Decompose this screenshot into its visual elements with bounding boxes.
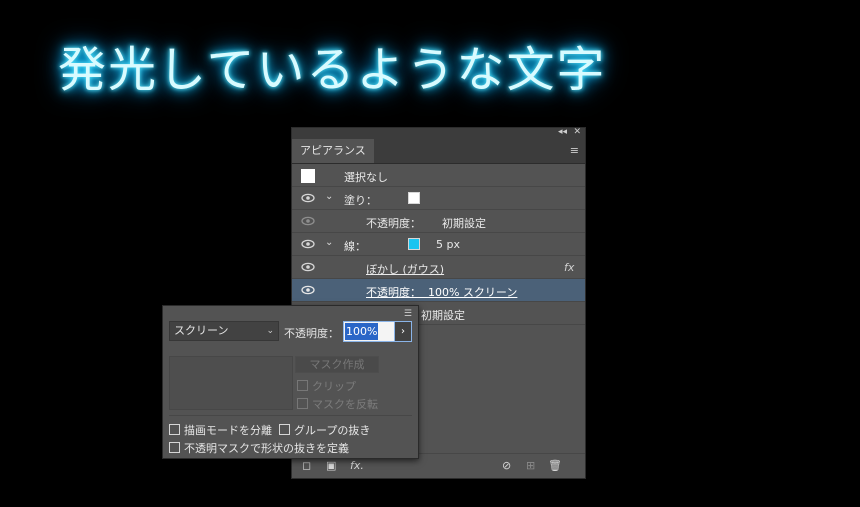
eye-icon[interactable] — [300, 192, 316, 204]
row-selection[interactable]: 選択なし — [292, 164, 585, 187]
make-mask-button[interactable]: マスク作成 — [295, 356, 379, 373]
opacity-label: 不透明度： — [284, 327, 339, 340]
row-fill-opacity[interactable]: 不透明度： 初期設定 — [292, 210, 585, 233]
fill-swatch[interactable] — [408, 192, 420, 204]
knockout-group-label: グループの抜き — [294, 424, 371, 437]
row-stroke-opacity[interactable]: 不透明度： 100% スクリーン — [292, 279, 585, 302]
appearance-rows: 選択なし ⌄ 塗り： 不透明度： 初期設定 ⌄ 線： 5 px ぼかし (ガウス… — [292, 164, 585, 325]
stroke-opacity-link[interactable]: 不透明度： 100% スクリーン — [366, 284, 517, 300]
clip-checkbox[interactable]: クリップ — [297, 378, 356, 394]
trash-icon[interactable]: 🗑 — [548, 459, 562, 472]
tab-appearance[interactable]: アピアランス — [292, 139, 374, 163]
close-icon[interactable]: ✕ — [573, 127, 581, 138]
chevron-down-icon: ⌄ — [266, 326, 274, 336]
clip-label: クリップ — [312, 380, 356, 393]
opacity-mask-knockout-label: 不透明マスクで形状の抜きを定義 — [184, 442, 349, 455]
fx-icon[interactable]: fx — [564, 261, 574, 274]
blend-mode-select[interactable]: スクリーン ⌄ — [169, 321, 279, 341]
selection-thumbnail-icon — [301, 169, 315, 183]
eye-icon[interactable] — [300, 284, 316, 296]
divider — [169, 415, 412, 416]
duplicate-icon[interactable]: ⊞ — [526, 459, 535, 472]
isolate-blending-checkbox[interactable]: 描画モードを分離 — [169, 422, 272, 438]
opacity-input-value: 100% — [345, 323, 379, 340]
knockout-group-checkbox[interactable]: グループの抜き — [279, 422, 370, 438]
row-stroke-label: 線： — [344, 240, 366, 253]
clear-appearance-icon[interactable]: ▣ — [326, 459, 336, 472]
opacity-slider-toggle[interactable]: › — [395, 321, 412, 342]
blend-mode-value: スクリーン — [174, 324, 229, 337]
fill-opacity-value: 初期設定 — [442, 217, 486, 230]
row-stroke[interactable]: ⌄ 線： 5 px — [292, 233, 585, 256]
opacity-input[interactable]: 100% — [343, 321, 395, 342]
panel-tabbar: アピアランス ≡ — [292, 139, 585, 164]
opacity-mask-knockout-checkbox[interactable]: 不透明マスクで形状の抜きを定義 — [169, 440, 349, 456]
chevron-down-icon[interactable]: ⌄ — [325, 191, 333, 202]
row-fill-label: 塗り： — [344, 194, 377, 207]
mask-thumbnail — [169, 356, 293, 410]
row-fill[interactable]: ⌄ 塗り： — [292, 187, 585, 210]
isolate-blending-label: 描画モードを分離 — [184, 424, 272, 437]
invert-mask-label: マスクを反転 — [312, 398, 378, 411]
chevron-down-icon[interactable]: ⌄ — [325, 237, 333, 248]
row-selection-label: 選択なし — [344, 171, 388, 184]
add-effect-icon[interactable]: fx. — [350, 459, 364, 472]
popup-menu-icon[interactable]: ☰ — [404, 309, 412, 319]
invert-mask-checkbox[interactable]: マスクを反転 — [297, 396, 378, 412]
collapse-icon[interactable]: ◂◂ — [558, 127, 567, 138]
eye-icon[interactable] — [300, 215, 316, 227]
effect-link[interactable]: ぼかし (ガウス) — [366, 261, 444, 277]
transparency-popup: ☰ スクリーン ⌄ 不透明度： 100% › マスク作成 クリップ マスクを反転… — [162, 305, 419, 459]
fill-opacity-label: 不透明度： — [366, 217, 421, 230]
stroke-width-value[interactable]: 5 px — [436, 238, 460, 251]
stroke-swatch[interactable] — [408, 238, 420, 250]
row-gaussian-blur[interactable]: ぼかし (ガウス) fx — [292, 256, 585, 279]
panel-titlebar: ◂◂ ✕ — [292, 127, 585, 139]
new-art-icon[interactable]: ◻ — [302, 459, 311, 472]
eye-icon[interactable] — [300, 238, 316, 250]
panel-menu-icon[interactable]: ≡ — [570, 145, 579, 157]
eye-icon[interactable] — [300, 261, 316, 273]
object-opacity-value: 初期設定 — [421, 309, 465, 322]
reduce-appearance-icon[interactable]: ⊘ — [502, 459, 511, 472]
glow-title: 発光しているような文字 — [58, 42, 607, 98]
